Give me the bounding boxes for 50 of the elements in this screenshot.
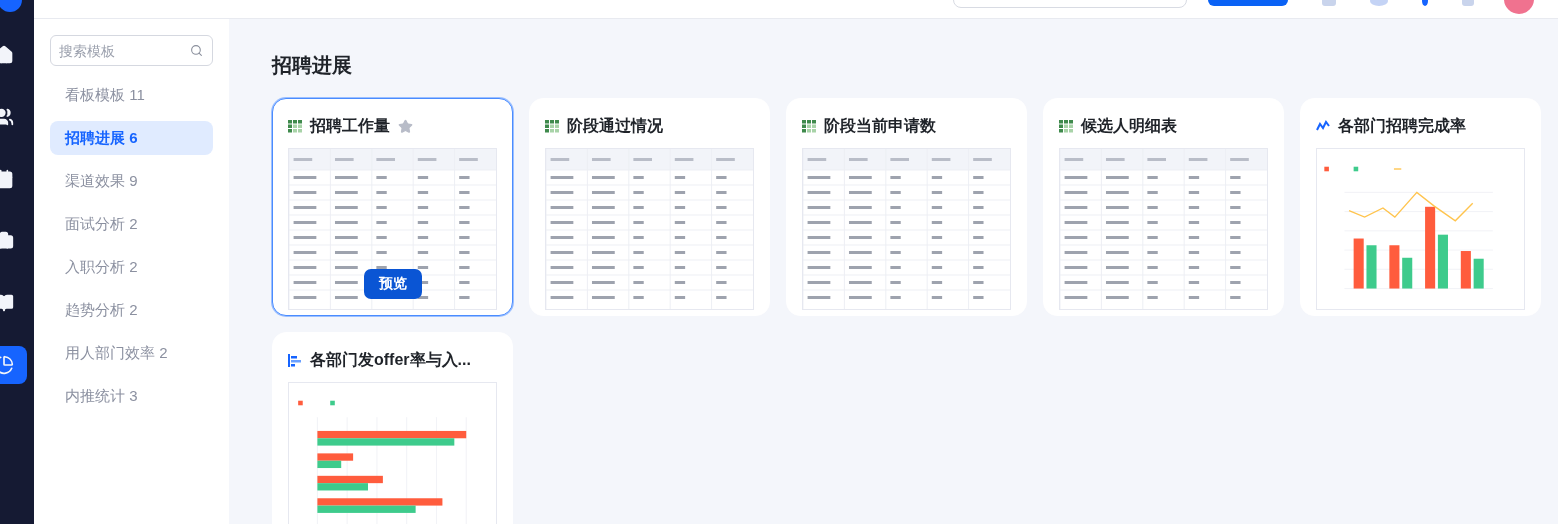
home-icon [0,45,14,65]
table-icon [1059,119,1073,133]
section-title: 招聘进展 [272,53,353,78]
legend-marker [330,400,335,406]
card-title: 阶段当前申请数 [824,115,936,136]
legend-marker [298,400,303,406]
bar [1366,245,1377,289]
sidebar-item[interactable]: 面试分析 2 [50,207,213,241]
template-card[interactable]: 招聘工作量 预览 [272,98,513,316]
legend-marker [1393,168,1402,170]
bar [1460,251,1471,289]
preview-button[interactable]: 预览 [364,269,422,299]
bar [317,475,383,484]
template-card[interactable]: 候选人明细表 [1043,98,1284,316]
card-title: 招聘工作量 [310,115,390,136]
legend-marker [1353,166,1359,172]
legend-marker [1324,166,1329,172]
card-title: 阶段通过情况 [567,115,663,136]
template-card[interactable]: 各部门发offer率与入... [272,332,513,524]
sidebar-item[interactable]: 用人部门效率 2 [50,336,213,370]
table-icon [545,119,559,133]
card-title: 各部门招聘完成率 [1338,115,1466,136]
sidebar-item[interactable]: 趋势分析 2 [50,293,213,327]
bar [1353,238,1364,289]
card-title: 各部门发offer率与入... [310,349,471,370]
bar [1473,258,1484,289]
table-icon [802,119,816,133]
book-icon [0,293,14,313]
sidebar-item[interactable]: 看板模板 11 [50,78,213,112]
bar-chart-icon [288,353,302,367]
bar [1389,245,1400,289]
users-icon [0,107,14,127]
bar [1402,257,1413,289]
card-title: 候选人明细表 [1081,115,1177,136]
line-chart-icon [1316,120,1330,132]
briefcase-icon [0,231,14,251]
table-icon [288,119,302,133]
sidebar-item[interactable]: 入职分析 2 [50,250,213,284]
sidebar-item[interactable]: 渠道效果 9 [50,164,213,198]
nav-button[interactable] [0,346,27,384]
calendar-icon [0,169,14,189]
template-card[interactable]: 阶段通过情况 [529,98,770,316]
template-card[interactable]: 阶段当前申请数 [786,98,1027,316]
star-icon[interactable] [398,118,413,134]
pie-chart-icon [0,355,14,375]
template-card[interactable]: 各部门招聘完成率 [1300,98,1541,316]
search-field[interactable]: 搜索模板 [50,35,213,66]
search-icon [190,44,203,57]
sidebar-item[interactable]: 招聘进展 6 [50,121,213,155]
sidebar-item[interactable]: 内推统计 3 [50,379,213,413]
